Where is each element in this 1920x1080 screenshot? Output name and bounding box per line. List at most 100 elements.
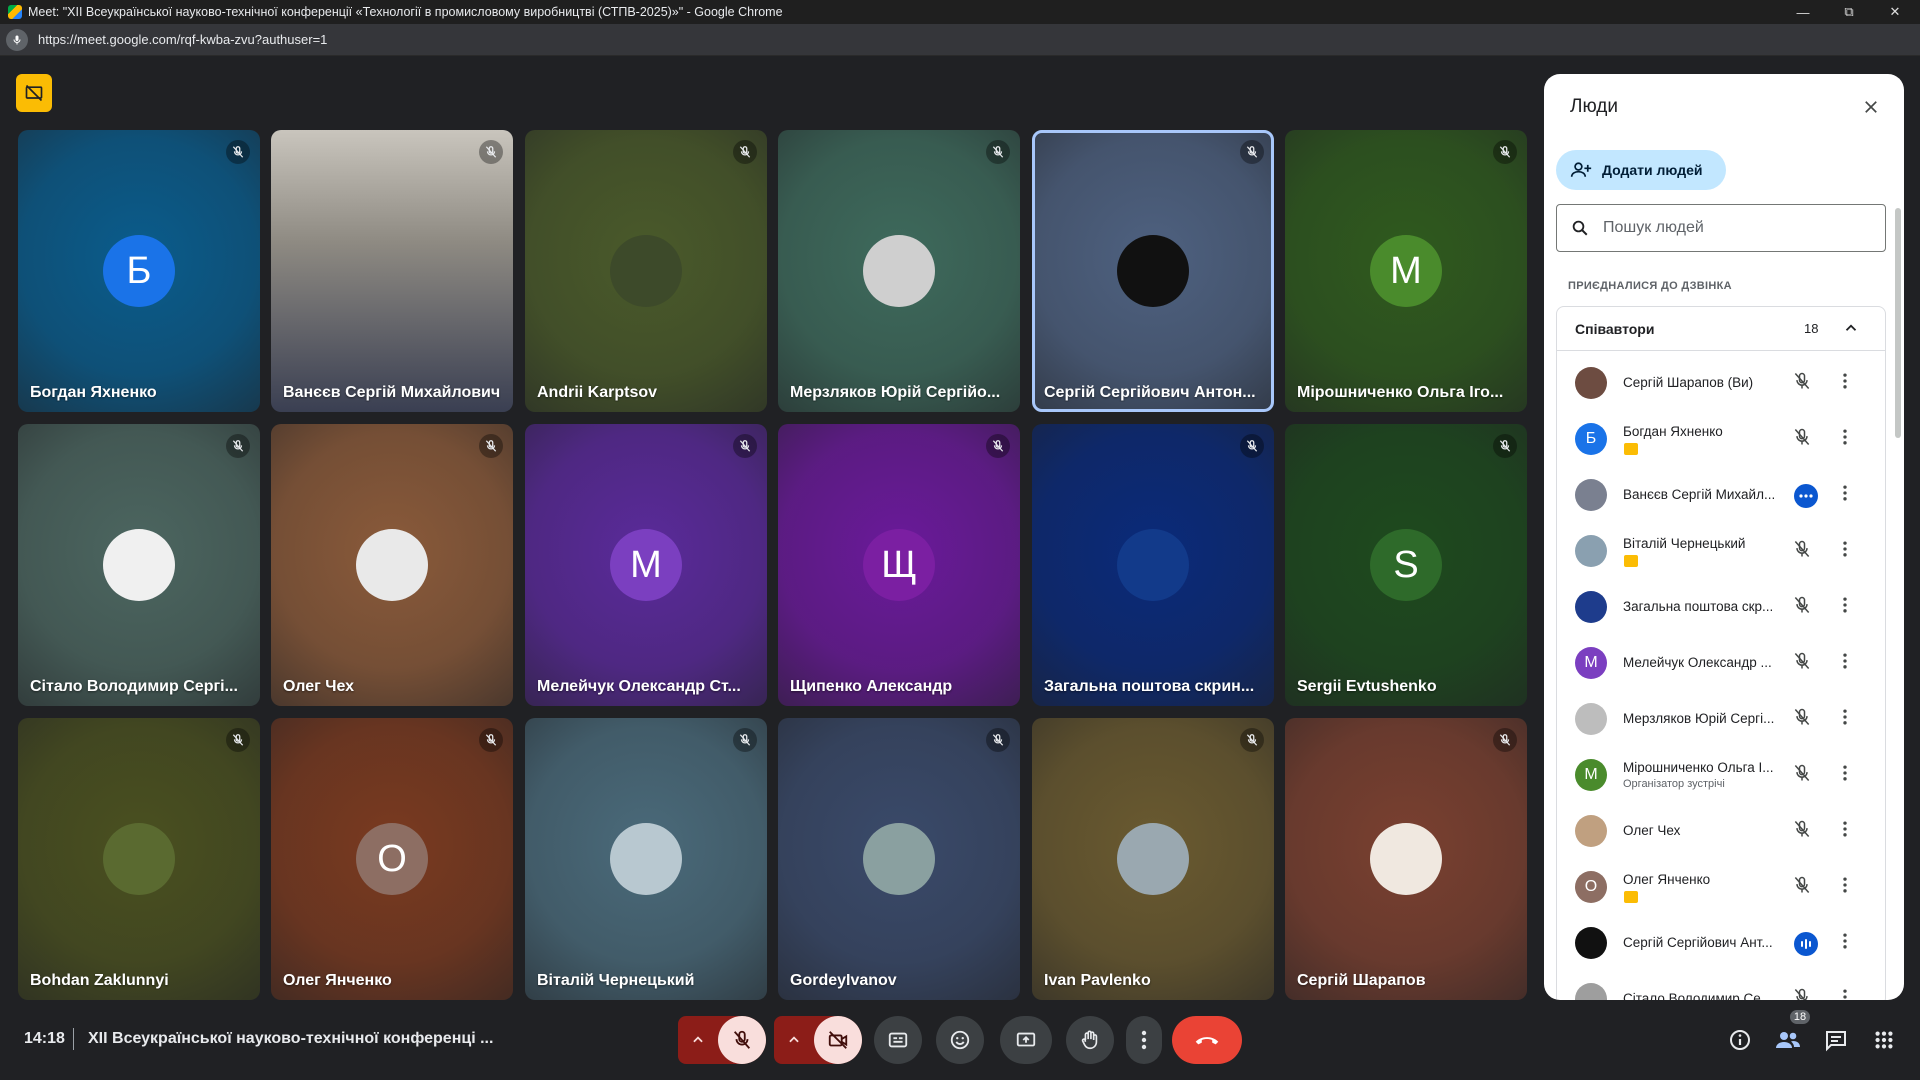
mic-off-icon[interactable] <box>1792 427 1812 452</box>
more-vert-icon[interactable] <box>1835 427 1855 452</box>
participant-tile[interactable]: О Олег Янченко <box>271 718 513 1000</box>
participant-row[interactable]: М Мірошниченко Ольга І... Організатор зуст… <box>1557 747 1885 803</box>
participant-row[interactable]: Олег Чех <box>1557 803 1885 859</box>
participant-row[interactable]: Віталій Чернецький <box>1557 523 1885 579</box>
search-people-input[interactable]: Пошук людей <box>1556 204 1886 252</box>
participant-name: Сергій Сергійович Ант... <box>1623 935 1773 950</box>
chat-button[interactable] <box>1816 1020 1856 1060</box>
more-vert-icon[interactable] <box>1835 987 1855 1000</box>
panel-scrollbar[interactable] <box>1895 208 1901 438</box>
audio-options-button[interactable] <box>678 1016 718 1064</box>
participant-tile[interactable]: GordeyIvanov <box>778 718 1020 1000</box>
close-panel-icon[interactable] <box>1856 92 1886 122</box>
participant-name: Загальна поштова скр... <box>1623 599 1774 614</box>
reactions-button[interactable] <box>936 1016 984 1064</box>
captions-button[interactable] <box>874 1016 922 1064</box>
video-options-button[interactable] <box>774 1016 814 1064</box>
participant-tile[interactable]: Ванєєв Сергій Михайлович <box>271 130 513 412</box>
mic-off-icon <box>479 434 503 458</box>
participant-name: Ivan Pavlenko <box>1044 972 1151 989</box>
participant-row[interactable]: Сітало Володимир Се... <box>1557 971 1885 1000</box>
chevron-up-icon <box>789 1036 799 1043</box>
more-vert-icon[interactable] <box>1835 819 1855 844</box>
chevron-up-icon[interactable] <box>1842 319 1860 337</box>
add-people-label: Додати людей <box>1602 162 1703 178</box>
participant-name: Сергій Шарапов <box>1297 972 1426 989</box>
participant-name: Andrii Karptsov <box>537 384 658 401</box>
mic-off-icon[interactable] <box>1792 651 1812 676</box>
participant-tile[interactable]: Bohdan Zaklunnyi <box>18 718 260 1000</box>
add-people-button[interactable]: Додати людей <box>1556 150 1726 190</box>
participant-tile[interactable]: Мерзляков Юрій Сергійо... <box>778 130 1020 412</box>
more-options-button[interactable] <box>1126 1016 1162 1064</box>
more-vert-icon[interactable] <box>1835 763 1855 788</box>
participant-tile[interactable]: Ivan Pavlenko <box>1032 718 1274 1000</box>
more-vert-icon[interactable] <box>1835 931 1855 956</box>
participant-avatar <box>1575 479 1607 511</box>
close-window-icon[interactable]: ✕ <box>1872 0 1918 24</box>
mic-off-icon[interactable] <box>1792 819 1812 844</box>
url-text[interactable]: https://meet.google.com/rqf-kwba-zvu?aut… <box>38 32 327 47</box>
participant-name: Богдан Яхненко <box>30 384 157 401</box>
participant-name: Загальна поштова скрин... <box>1044 678 1255 695</box>
presentation-warning-icon[interactable] <box>16 74 52 112</box>
participant-row[interactable]: М Мелейчук Олександр ... <box>1557 635 1885 691</box>
participant-row[interactable]: Сергій Шарапов (Ви) <box>1557 355 1885 411</box>
participant-tile[interactable]: S Sergii Evtushenko <box>1285 424 1527 706</box>
people-button[interactable] <box>1768 1020 1808 1060</box>
more-vert-icon[interactable] <box>1835 875 1855 900</box>
participant-row[interactable]: Мерзляков Юрій Сергі... <box>1557 691 1885 747</box>
meeting-clock: 14:18 <box>24 1030 65 1047</box>
participant-tile[interactable]: Сергій Сергійович Антон... <box>1032 130 1274 412</box>
mic-in-use-icon[interactable] <box>6 28 28 51</box>
minimize-icon[interactable]: — <box>1780 0 1826 24</box>
more-vert-icon[interactable] <box>1835 707 1855 732</box>
presenting-badge-icon <box>1624 891 1638 903</box>
participant-tile[interactable]: Загальна поштова скрин... <box>1032 424 1274 706</box>
more-vert-icon[interactable] <box>1835 595 1855 620</box>
meeting-details-button[interactable] <box>1720 1020 1760 1060</box>
restore-icon[interactable]: ⧉ <box>1826 0 1872 24</box>
more-vert-icon[interactable] <box>1835 651 1855 676</box>
present-screen-button[interactable] <box>1000 1016 1052 1064</box>
participant-tile[interactable]: Б Богдан Яхненко <box>18 130 260 412</box>
camera-toggle-button[interactable] <box>814 1016 862 1064</box>
joined-section-label: ПРИЄДНАЛИСЯ ДО ДЗВІНКА <box>1568 280 1732 292</box>
activities-button[interactable] <box>1864 1020 1904 1060</box>
participant-avatar <box>356 529 428 601</box>
participant-tile[interactable]: М Мірошниченко Ольга Іго... <box>1285 130 1527 412</box>
participant-row[interactable]: О Олег Янченко <box>1557 859 1885 915</box>
participant-row[interactable]: Б Богдан Яхненко <box>1557 411 1885 467</box>
participant-tile[interactable]: Andrii Karptsov <box>525 130 767 412</box>
participant-name: Ванєєв Сергій Михайл... <box>1623 487 1776 502</box>
participant-tile[interactable]: Сітало Володимир Сергі... <box>18 424 260 706</box>
participant-tile[interactable]: Олег Чех <box>271 424 513 706</box>
raise-hand-button[interactable] <box>1066 1016 1114 1064</box>
mic-off-icon[interactable] <box>1792 763 1812 788</box>
participant-tile[interactable]: М Мелейчук Олександр Ст... <box>525 424 767 706</box>
participant-row[interactable]: Ванєєв Сергій Михайл... <box>1557 467 1885 523</box>
participant-row[interactable]: Сергій Сергійович Ант... <box>1557 915 1885 971</box>
mic-off-icon[interactable] <box>1792 595 1812 620</box>
mic-off-icon[interactable] <box>1792 875 1812 900</box>
mic-off-icon <box>479 728 503 752</box>
participant-tile[interactable]: Щ Щипенко Александр <box>778 424 1020 706</box>
participant-name: Bohdan Zaklunnyi <box>30 972 169 989</box>
microphone-toggle-button[interactable] <box>718 1016 766 1064</box>
group-header[interactable]: Співавтори 18 <box>1557 307 1885 351</box>
participant-tile[interactable]: Віталій Чернецький <box>525 718 767 1000</box>
mic-off-icon[interactable] <box>1792 371 1812 396</box>
mic-off-icon[interactable] <box>1792 539 1812 564</box>
participant-avatar <box>1575 367 1607 399</box>
more-vert-icon[interactable] <box>1835 371 1855 396</box>
participant-row[interactable]: Загальна поштова скр... <box>1557 579 1885 635</box>
more-vert-icon[interactable] <box>1835 539 1855 564</box>
leave-call-button[interactable] <box>1172 1016 1242 1064</box>
mic-off-icon[interactable] <box>1792 707 1812 732</box>
participant-name: Мерзляков Юрій Сергійо... <box>790 384 1001 401</box>
mic-off-icon[interactable] <box>1792 987 1812 1000</box>
participant-tile[interactable]: Сергій Шарапов <box>1285 718 1527 1000</box>
participant-avatar: Б <box>1575 423 1607 455</box>
more-vert-icon[interactable] <box>1835 483 1855 508</box>
participant-avatar: М <box>1575 759 1607 791</box>
